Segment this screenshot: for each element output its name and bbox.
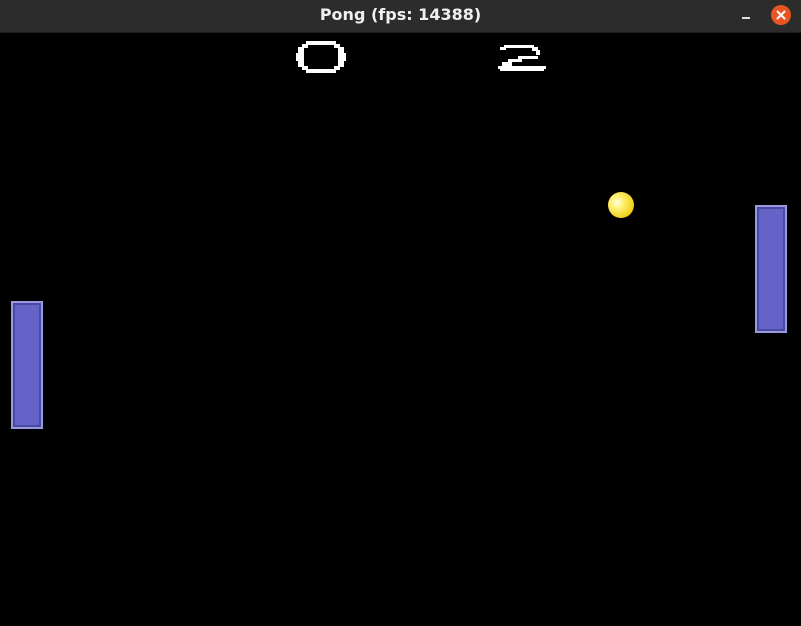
score-right: 2 bbox=[496, 39, 552, 75]
game-playfield[interactable]: 0 2 bbox=[0, 33, 801, 626]
pong-window: Pong (fps: 14388) 0 bbox=[0, 0, 801, 626]
ball bbox=[608, 192, 634, 218]
minimize-button[interactable] bbox=[736, 6, 756, 26]
title-bar[interactable]: Pong (fps: 14388) bbox=[0, 0, 801, 33]
close-button[interactable] bbox=[771, 5, 791, 25]
window-title: Pong (fps: 14388) bbox=[319, 5, 482, 24]
minimize-icon bbox=[742, 17, 750, 19]
score-left: 0 bbox=[296, 39, 352, 75]
left-paddle bbox=[11, 301, 43, 429]
score-right-digit bbox=[498, 45, 546, 71]
close-icon bbox=[776, 10, 786, 20]
right-paddle bbox=[755, 205, 787, 333]
score-left-digit bbox=[296, 41, 346, 73]
